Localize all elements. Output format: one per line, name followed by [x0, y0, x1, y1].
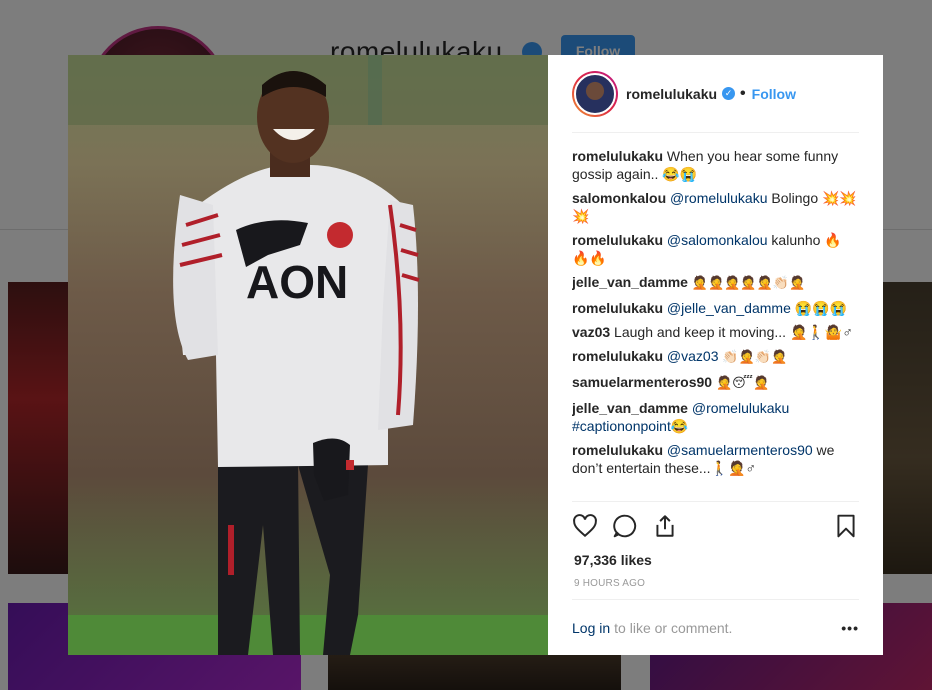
comment-text: Laugh and keep it moving... 🤦🚶🤷♂: [614, 324, 853, 340]
post-modal: AON romelulukaku ✓ • Follow romelulukaku…: [68, 55, 883, 655]
post-photo[interactable]: AON: [68, 55, 548, 655]
heart-icon[interactable]: [572, 513, 598, 539]
comment-item: romelulukaku @vaz03 👏🏻🤦👏🏻🤦: [572, 347, 859, 367]
header-separator: •: [740, 84, 746, 102]
post-author-username[interactable]: romelulukaku: [626, 86, 717, 102]
comment-mention[interactable]: @romelulukaku: [670, 190, 767, 206]
comments-list: romelulukaku When you hear some funny go…: [572, 133, 859, 501]
comment-text: 😭😭😭: [794, 300, 848, 316]
comment-item: romelulukaku @salomonkalou kalunho 🔥🔥🔥: [572, 231, 859, 267]
comment-text: 👏🏻🤦👏🏻🤦: [722, 350, 788, 365]
comment-mention[interactable]: @samuelarmenteros90: [667, 442, 813, 458]
comment-item: salomonkalou @romelulukaku Bolingo 💥💥💥: [572, 189, 859, 225]
comment-mention[interactable]: @salomonkalou: [667, 232, 768, 248]
comment-item: samuelarmenteros90 🤦😴🤦: [572, 373, 859, 393]
post-header: romelulukaku ✓ • Follow: [572, 55, 859, 133]
comment-text: 🤦😴🤦: [715, 376, 770, 391]
login-prompt: Log in to like or comment. •••: [572, 599, 859, 655]
action-icons-row: [572, 510, 859, 542]
comment-item: jelle_van_damme 🤦🤦🤦🤦🤦👏🏻🤦: [572, 273, 859, 293]
comment-mention[interactable]: @romelulukaku: [692, 400, 789, 416]
comment-icon[interactable]: [612, 513, 638, 539]
bookmark-icon[interactable]: [833, 513, 859, 539]
comment-hashtag[interactable]: #captiononpoint😂: [572, 418, 688, 434]
post-side-panel: romelulukaku ✓ • Follow romelulukaku Whe…: [548, 55, 883, 655]
photo-illustration: AON: [68, 55, 548, 655]
comment-username[interactable]: jelle_van_damme: [572, 400, 688, 416]
login-link[interactable]: Log in: [572, 620, 610, 636]
comment-item: romelulukaku @samuelarmenteros90 we don’…: [572, 441, 859, 477]
login-prompt-text: to like or comment.: [614, 619, 733, 636]
comment-username[interactable]: romelulukaku: [572, 300, 663, 316]
comment-text: 🤦🤦🤦🤦🤦👏🏻🤦: [691, 276, 806, 291]
share-icon[interactable]: [652, 513, 678, 539]
comment-item: romelulukaku @jelle_van_damme 😭😭😭: [572, 299, 859, 317]
comment-username[interactable]: romelulukaku: [572, 148, 663, 164]
comment-username[interactable]: vaz03: [572, 324, 610, 340]
comment-username[interactable]: romelulukaku: [572, 348, 663, 364]
comment-username[interactable]: salomonkalou: [572, 190, 666, 206]
comment-mention[interactable]: @jelle_van_damme: [667, 300, 791, 316]
more-options-icon[interactable]: •••: [841, 620, 859, 636]
comment-item: jelle_van_damme @romelulukaku #captionon…: [572, 399, 859, 435]
comment-username[interactable]: jelle_van_damme: [572, 274, 688, 290]
likes-count[interactable]: 97,336 likes: [574, 552, 859, 568]
comment-item: vaz03 Laugh and keep it moving... 🤦🚶🤷♂: [572, 323, 859, 341]
comment-username[interactable]: samuelarmenteros90: [572, 374, 712, 390]
comment-item: romelulukaku When you hear some funny go…: [572, 147, 859, 183]
comment-username[interactable]: romelulukaku: [572, 442, 663, 458]
verified-badge-icon: ✓: [722, 87, 736, 100]
comment-username[interactable]: romelulukaku: [572, 232, 663, 248]
comment-mention[interactable]: @vaz03: [667, 348, 719, 364]
post-actions: 97,336 likes 9 HOURS AGO Log in to like …: [572, 501, 859, 655]
follow-button[interactable]: Follow: [752, 86, 796, 102]
svg-text:AON: AON: [246, 256, 348, 308]
post-timestamp[interactable]: 9 HOURS AGO: [574, 578, 859, 589]
post-author-avatar[interactable]: [572, 70, 618, 117]
avatar-image: [574, 72, 616, 115]
